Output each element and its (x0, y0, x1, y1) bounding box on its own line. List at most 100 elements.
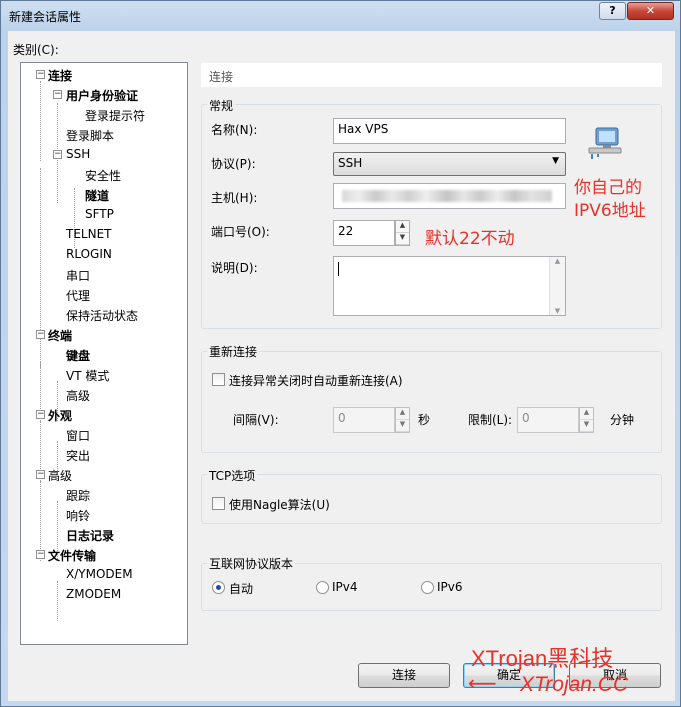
category-label: 类别(C): (13, 43, 59, 57)
limit-label: 限制(L): (468, 413, 513, 427)
tree-guide (40, 81, 41, 161)
window-title: 新建会话属性 (9, 10, 82, 24)
interval-label: 间隔(V): (233, 413, 279, 427)
spin-up-icon[interactable]: ▲ (396, 221, 409, 233)
protocol-value: SSH (338, 156, 363, 170)
port-annotation: 默认22不动 (425, 229, 515, 249)
spin-down-icon[interactable]: ▼ (396, 420, 409, 432)
description-textarea[interactable]: ▲ ▼ (333, 256, 566, 316)
auto-reconnect-label: 连接异常关闭时自动重新连接(A) (229, 374, 403, 388)
tree-item-logging[interactable]: 日志记录 (66, 527, 114, 544)
description-label: 说明(D): (211, 261, 258, 275)
close-button[interactable]: ✕ (627, 2, 674, 20)
collapse-icon[interactable]: − (36, 70, 45, 79)
port-label: 端口号(O): (211, 225, 270, 239)
spin-up-icon[interactable]: ▲ (580, 408, 593, 420)
tree-item-login-script[interactable]: 登录脚本 (66, 127, 114, 144)
connect-button[interactable]: 连接 (358, 663, 450, 688)
title-bar[interactable]: 新建会话属性 ? ✕ (1, 1, 680, 31)
port-spinner[interactable]: ▲ ▼ (395, 220, 410, 246)
dialog-window: 新建会话属性 ? ✕ 类别(C): − − − − − − − 连接 用户身份验… (0, 0, 681, 707)
help-button[interactable]: ? (599, 2, 626, 20)
watermark-line2: XTrojan.CC (520, 673, 629, 696)
category-tree[interactable]: − − − − − − − 连接 用户身份验证 登录提示符 登录脚本 SSH 安… (20, 62, 188, 645)
tree-guide (57, 581, 58, 621)
collapse-icon[interactable]: − (36, 330, 45, 339)
tree-item-auth[interactable]: 用户身份验证 (66, 87, 138, 104)
name-input[interactable]: Hax VPS (333, 118, 566, 144)
tree-item-keepalive[interactable]: 保持活动状态 (66, 307, 138, 324)
protocol-select[interactable]: SSH ▼ (333, 152, 566, 176)
interval-input[interactable]: 0 (333, 407, 395, 433)
panel-header: 连接 (201, 63, 662, 87)
computer-network-icon (588, 127, 622, 159)
tree-item-login-prompt[interactable]: 登录提示符 (85, 107, 145, 124)
host-value-redacted (342, 190, 552, 202)
limit-input[interactable]: 0 (517, 407, 579, 433)
radio-ipv4[interactable] (316, 581, 329, 594)
host-annotation-line1: 你自己的 (574, 178, 642, 198)
watermark-arrow: ⟵ (468, 671, 497, 695)
tree-item-ssh[interactable]: SSH (66, 147, 90, 161)
interval-spinner[interactable]: ▲ ▼ (395, 407, 410, 433)
general-group-title: 常规 (207, 97, 236, 114)
tree-item-keyboard[interactable]: 键盘 (66, 347, 90, 364)
radio-ipv4-label: IPv4 (332, 580, 358, 594)
radio-auto[interactable] (212, 581, 225, 594)
radio-ipv6[interactable] (421, 581, 434, 594)
tree-item-serial[interactable]: 串口 (66, 267, 90, 284)
spin-up-icon[interactable]: ▲ (396, 408, 409, 420)
spin-down-icon[interactable]: ▼ (396, 233, 409, 245)
radio-auto-label: 自动 (229, 582, 254, 596)
tree-item-sftp[interactable]: SFTP (85, 207, 114, 221)
tree-item-vt-mode[interactable]: VT 模式 (66, 367, 109, 384)
limit-spinner[interactable]: ▲ ▼ (579, 407, 594, 433)
tree-item-rlogin[interactable]: RLOGIN (66, 247, 112, 261)
tcp-group-title: TCP选项 (207, 467, 258, 484)
scroll-down-icon[interactable]: ▼ (550, 307, 565, 315)
tree-item-advanced[interactable]: 高级 (48, 467, 72, 484)
tree-item-tunnel[interactable]: 隧道 (85, 187, 109, 204)
textarea-scrollbar[interactable]: ▲ ▼ (549, 257, 565, 315)
collapse-icon[interactable]: − (36, 550, 45, 559)
nagle-label: 使用Nagle算法(U) (229, 498, 330, 512)
panel-header-title: 连接 (209, 70, 234, 84)
port-input[interactable]: 22 (333, 220, 395, 246)
tree-item-terminal-advanced[interactable]: 高级 (66, 387, 90, 404)
ip-version-group-title: 互联网协议版本 (207, 555, 296, 572)
host-input[interactable] (333, 183, 566, 209)
reconnect-group (201, 351, 662, 453)
tree-item-bell[interactable]: 响铃 (66, 507, 90, 524)
spin-down-icon[interactable]: ▼ (580, 420, 593, 432)
tree-item-xymodem[interactable]: X/YMODEM (66, 567, 133, 581)
tree-item-proxy[interactable]: 代理 (66, 287, 90, 304)
interval-unit: 秒 (418, 413, 431, 427)
tree-item-window[interactable]: 窗口 (66, 427, 90, 444)
tree-item-security[interactable]: 安全性 (85, 167, 121, 184)
host-label: 主机(H): (211, 191, 258, 205)
text-cursor (338, 262, 339, 276)
name-label: 名称(N): (211, 123, 258, 137)
auto-reconnect-checkbox[interactable] (212, 373, 225, 386)
collapse-icon[interactable]: − (36, 410, 45, 419)
collapse-icon[interactable]: − (36, 470, 45, 479)
tree-item-file-transfer[interactable]: 文件传输 (48, 547, 96, 564)
tree-item-connection[interactable]: 连接 (48, 67, 72, 84)
protocol-label: 协议(P): (211, 157, 256, 171)
limit-unit: 分钟 (610, 413, 635, 427)
collapse-icon[interactable]: − (53, 90, 62, 99)
radio-ipv6-label: IPv6 (437, 580, 463, 594)
tree-item-zmodem[interactable]: ZMODEM (66, 587, 121, 601)
tree-item-telnet[interactable]: TELNET (66, 227, 112, 241)
reconnect-group-title: 重新连接 (207, 343, 260, 360)
collapse-icon[interactable]: − (53, 150, 62, 159)
tree-item-trace[interactable]: 跟踪 (66, 487, 90, 504)
host-annotation-line2: IPV6地址 (574, 201, 646, 221)
nagle-checkbox[interactable] (212, 497, 225, 510)
scroll-up-icon[interactable]: ▲ (550, 257, 565, 265)
chevron-down-icon: ▼ (552, 156, 559, 166)
tree-item-terminal[interactable]: 终端 (48, 327, 72, 344)
tree-item-highlight[interactable]: 突出 (66, 447, 90, 464)
tree-item-appearance[interactable]: 外观 (48, 407, 72, 424)
watermark-line1: XTrojan黑科技 (471, 646, 614, 671)
